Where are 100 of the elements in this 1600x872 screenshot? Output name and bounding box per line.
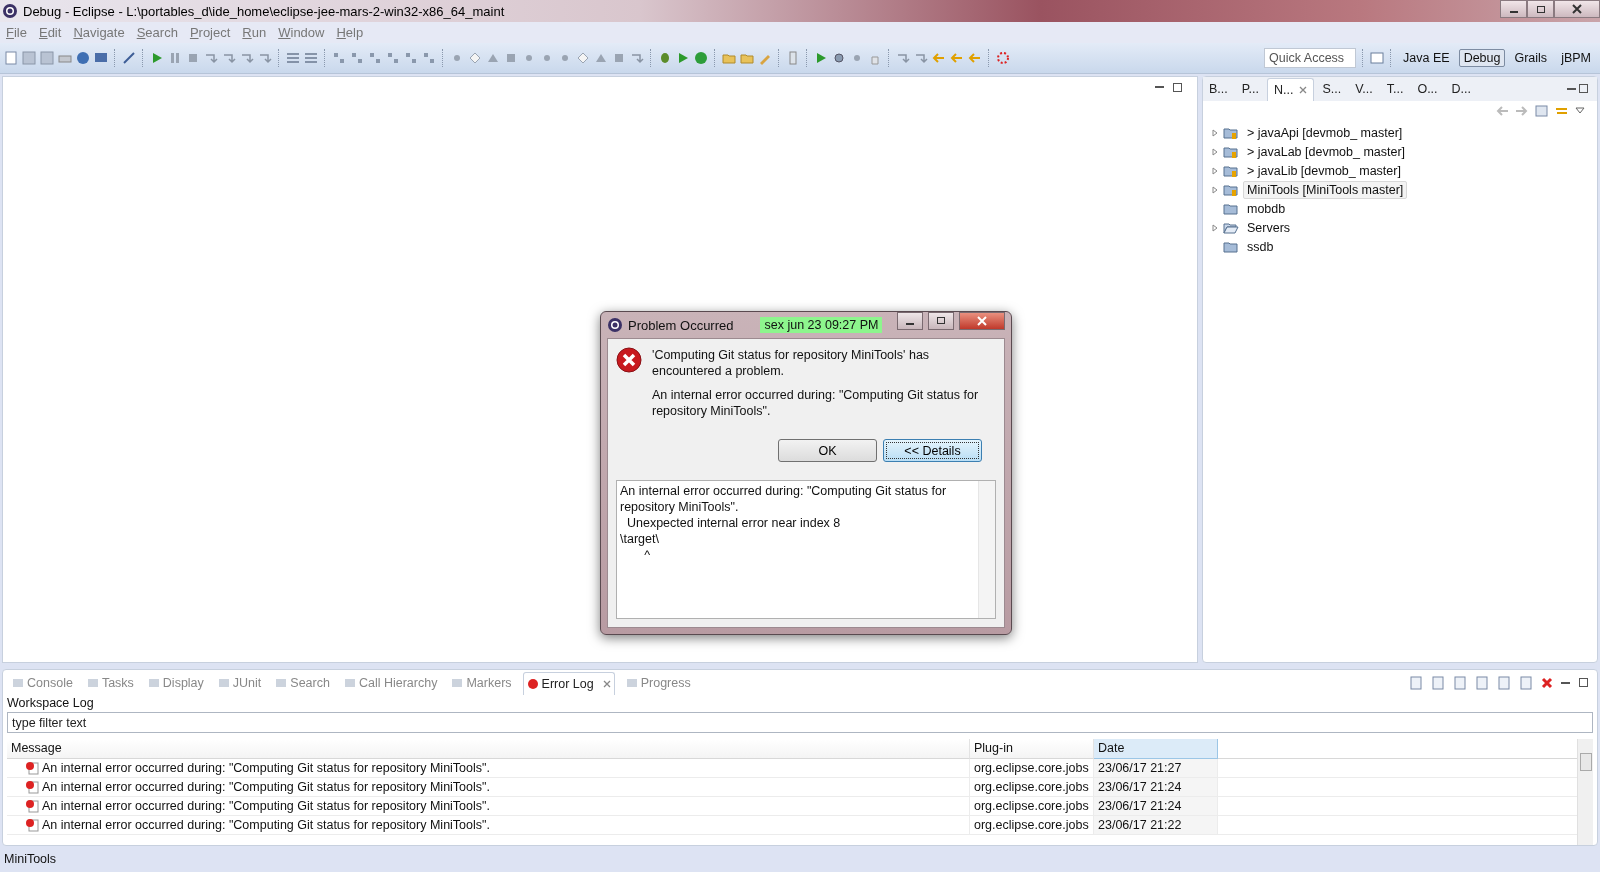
save-icon[interactable] — [22, 51, 36, 65]
doc-icon[interactable] — [4, 51, 18, 65]
menu-item[interactable]: Help — [336, 25, 364, 40]
arrow-icon[interactable] — [950, 51, 964, 65]
view-tab[interactable]: P... — [1235, 78, 1265, 100]
close-icon[interactable] — [1299, 85, 1308, 94]
view-tab[interactable]: N... — [1266, 77, 1315, 101]
folder-icon[interactable] — [722, 51, 736, 65]
step-icon[interactable] — [896, 51, 910, 65]
monitor-icon[interactable] — [94, 51, 108, 65]
step-icon[interactable] — [222, 51, 236, 65]
restore-button[interactable] — [1527, 0, 1554, 18]
close-button[interactable] — [1554, 0, 1600, 18]
tree-item[interactable]: ssdb — [1243, 237, 1278, 256]
view-tab[interactable]: JUnit — [214, 672, 265, 694]
menu-item[interactable]: File — [6, 25, 27, 40]
view-tab[interactable]: Progress — [622, 672, 694, 694]
column-header[interactable]: Message — [7, 739, 970, 759]
tree-item[interactable]: mobdb — [1243, 199, 1290, 218]
dialog-button[interactable]: OK — [778, 439, 877, 462]
step-icon[interactable] — [914, 51, 928, 65]
minimize-button[interactable] — [897, 312, 923, 330]
pause-icon[interactable] — [168, 51, 182, 65]
forward-icon[interactable] — [1515, 105, 1529, 117]
view-tab[interactable]: O... — [1411, 78, 1444, 100]
quick-access-field[interactable]: Quick Access — [1264, 48, 1357, 68]
view-tab[interactable]: V... — [1349, 78, 1379, 100]
view-tab[interactable]: Tasks — [83, 672, 137, 694]
arrow-icon[interactable] — [932, 51, 946, 65]
close-icon[interactable] — [602, 679, 611, 688]
log-tool-icon[interactable] — [1453, 676, 1467, 690]
view-tab[interactable]: D... — [1445, 78, 1478, 100]
view-tab[interactable]: S... — [1316, 78, 1348, 100]
close-button[interactable] — [959, 312, 1005, 330]
maximize-icon[interactable] — [1173, 83, 1183, 93]
tree-item[interactable]: > javaLib [devmob_ master] — [1243, 161, 1405, 180]
save-icon[interactable] — [40, 51, 54, 65]
arrow-icon[interactable] — [968, 51, 982, 65]
tree-item[interactable]: Servers — [1243, 218, 1295, 237]
tree-item[interactable]: MiniTools [MiniTools master] — [1243, 180, 1408, 199]
minimize-icon[interactable] — [1567, 85, 1577, 93]
play-icon[interactable] — [150, 51, 164, 65]
minimize-icon[interactable] — [1561, 679, 1571, 687]
perspective-button[interactable]: jBPM — [1556, 49, 1596, 67]
list-icon[interactable] — [286, 51, 300, 65]
expand-icon[interactable] — [1211, 185, 1219, 194]
tree-item[interactable]: > javaLab [devmob_ master] — [1243, 142, 1410, 161]
diamond-icon[interactable] — [576, 51, 590, 65]
column-header[interactable]: Plug-in — [970, 739, 1094, 759]
folder-icon[interactable] — [740, 51, 754, 65]
step-icon[interactable] — [240, 51, 254, 65]
log-tool-icon[interactable] — [1497, 676, 1511, 690]
menu-item[interactable]: Window — [278, 25, 325, 40]
scrollbar[interactable] — [1577, 739, 1593, 845]
ring-icon[interactable] — [996, 51, 1010, 65]
menu-item[interactable]: Search — [136, 25, 178, 40]
step-icon[interactable] — [630, 51, 644, 65]
expand-icon[interactable] — [1211, 147, 1219, 156]
square-icon[interactable] — [504, 51, 518, 65]
scrollbar[interactable] — [978, 481, 995, 618]
log-tool-icon[interactable] — [1519, 676, 1533, 690]
step-icon[interactable] — [258, 51, 272, 65]
tree-item[interactable]: > javaApi [devmob_ master] — [1243, 123, 1407, 142]
menu-item[interactable]: Edit — [38, 25, 62, 40]
perspective-button[interactable]: Java EE — [1398, 49, 1455, 67]
perspective-button[interactable]: Debug — [1458, 49, 1506, 67]
view-tab[interactable]: Call Hierarchy — [340, 672, 441, 694]
square-icon[interactable] — [612, 51, 626, 65]
play-icon[interactable] — [814, 51, 828, 65]
menu-item[interactable]: Project — [189, 25, 231, 40]
view-tab[interactable]: Console — [9, 672, 76, 694]
log-tool-icon[interactable] — [1475, 676, 1489, 690]
minimize-button[interactable] — [1500, 0, 1527, 18]
menu-item[interactable]: Navigate — [73, 25, 125, 40]
view-tab[interactable]: Search — [272, 672, 333, 694]
filter-field[interactable]: type filter text — [7, 712, 1593, 733]
expand-icon[interactable] — [1211, 128, 1219, 137]
menu-item[interactable]: Run — [242, 25, 267, 40]
window-icon[interactable] — [1370, 51, 1385, 65]
maximize-icon[interactable] — [1579, 84, 1589, 94]
expand-icon[interactable] — [1211, 166, 1219, 175]
view-tab[interactable]: Display — [144, 672, 207, 694]
maximize-icon[interactable] — [1579, 678, 1589, 688]
view-tab[interactable]: T... — [1380, 78, 1410, 100]
column-header[interactable]: Date — [1094, 739, 1218, 759]
delete-icon[interactable] — [1541, 677, 1553, 689]
view-tab[interactable]: Error Log — [522, 671, 615, 695]
back-icon[interactable] — [1495, 105, 1509, 117]
collapse-icon[interactable] — [1535, 105, 1549, 117]
diamond-icon[interactable] — [468, 51, 482, 65]
view-tab[interactable]: Markers — [448, 672, 515, 694]
phone-icon[interactable] — [786, 51, 800, 65]
perspective-button[interactable]: Grails — [1509, 49, 1553, 67]
view-tab[interactable]: B... — [1203, 78, 1234, 100]
step-icon[interactable] — [204, 51, 218, 65]
log-tool-icon[interactable] — [1431, 676, 1445, 690]
list-icon[interactable] — [304, 51, 318, 65]
dropdown-icon[interactable] — [1575, 107, 1585, 115]
minimize-icon[interactable] — [1155, 83, 1165, 91]
play-icon[interactable] — [676, 51, 690, 65]
